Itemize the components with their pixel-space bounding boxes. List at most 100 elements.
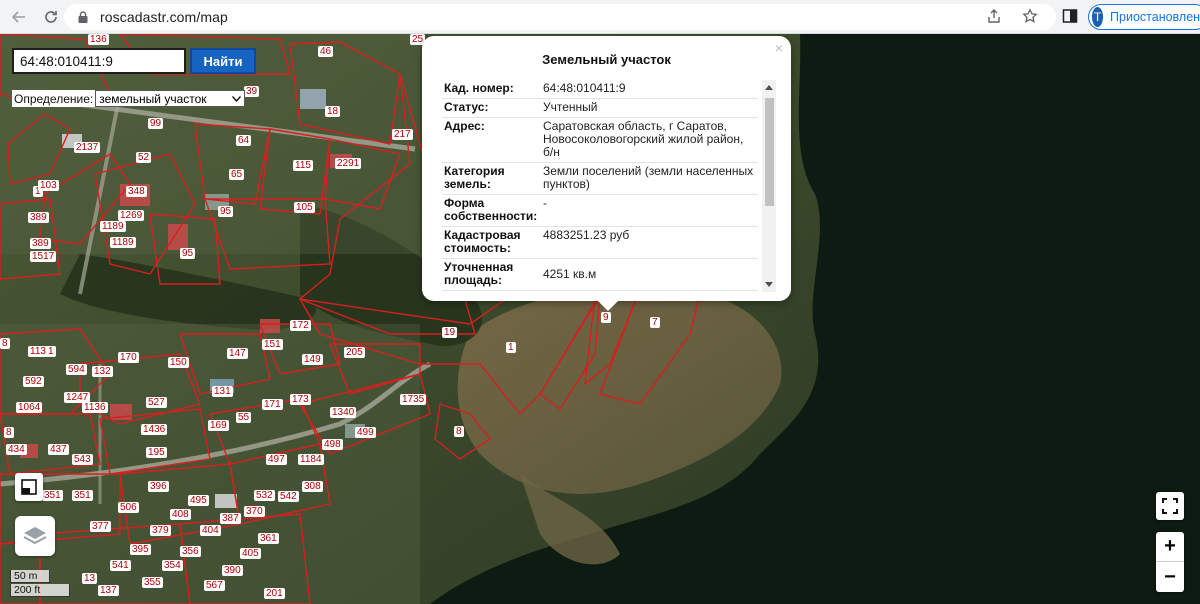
parcel-number-label[interactable]: 495 — [188, 495, 209, 506]
parcel-number-label[interactable]: 395 — [130, 544, 151, 555]
parcel-number-label[interactable]: 497 — [266, 454, 287, 465]
parcel-number-label[interactable]: 498 — [322, 439, 343, 450]
parcel-number-label[interactable]: 1 — [506, 342, 516, 353]
parcel-number-label[interactable]: 99 — [148, 118, 164, 129]
parcel-number-label[interactable]: 361 — [258, 533, 279, 544]
parcel-number-label[interactable]: 13 — [82, 573, 98, 584]
zoom-in-button[interactable]: + — [1156, 532, 1184, 562]
parcel-number-label[interactable]: 377 — [90, 521, 111, 532]
parcel-number-label[interactable]: 8 — [454, 426, 464, 437]
parcel-number-label[interactable]: 9 — [601, 312, 611, 323]
parcel-number-label[interactable]: 527 — [146, 397, 167, 408]
parcel-number-label[interactable]: 8 — [0, 338, 10, 349]
parcel-number-label[interactable]: 1436 — [141, 424, 168, 435]
parcel-number-label[interactable]: 408 — [170, 509, 191, 520]
star-icon[interactable] — [1022, 8, 1038, 24]
parcel-number-label[interactable]: 2137 — [74, 142, 101, 153]
parcel-number-label[interactable]: 172 — [290, 320, 311, 331]
parcel-number-label[interactable]: 2291 — [335, 158, 362, 169]
parcel-number-label[interactable]: 65 — [229, 169, 245, 180]
parcel-number-label[interactable]: 389 — [30, 238, 51, 249]
parcel-number-label[interactable]: 356 — [180, 546, 201, 557]
parcel-number-label[interactable]: 1 — [46, 346, 56, 357]
parcel-number-label[interactable]: 195 — [146, 447, 167, 458]
cadastral-search-input[interactable] — [12, 48, 186, 74]
parcel-number-label[interactable]: 1189 — [110, 237, 136, 248]
parcel-number-label[interactable]: 131 — [212, 386, 233, 397]
parcel-number-label[interactable]: 39 — [244, 86, 260, 97]
parcel-number-label[interactable]: 137 — [98, 585, 119, 596]
parcel-number-label[interactable]: 201 — [264, 588, 285, 599]
parcel-number-label[interactable]: 387 — [220, 513, 241, 524]
parcel-number-label[interactable]: 1517 — [30, 251, 57, 262]
parcel-number-label[interactable]: 7 — [650, 317, 660, 328]
popup-scrollbar[interactable] — [762, 80, 776, 292]
popup-content[interactable]: Кад. номер: 64:48:010411:9 Статус: Учтенный… — [442, 80, 776, 292]
reload-button[interactable] — [38, 4, 64, 30]
parcel-number-label[interactable]: 390 — [222, 565, 243, 576]
parcel-number-label[interactable]: 1735 — [400, 394, 427, 405]
parcel-number-label[interactable]: 52 — [136, 152, 152, 163]
parcel-number-label[interactable]: 132 — [92, 366, 113, 377]
parcel-number-label[interactable]: 389 — [28, 212, 49, 223]
parcel-number-label[interactable]: 355 — [142, 577, 163, 588]
parcel-number-label[interactable]: 46 — [318, 46, 334, 57]
scrollbar-thumb[interactable] — [765, 98, 774, 206]
parcel-number-label[interactable]: 532 — [254, 490, 275, 501]
parcel-number-label[interactable]: 543 — [72, 454, 93, 465]
scroll-up-icon[interactable] — [765, 85, 773, 90]
parcel-number-label[interactable]: 103 — [38, 180, 59, 191]
parcel-number-label[interactable]: 1340 — [330, 407, 357, 418]
parcel-number-label[interactable]: 567 — [204, 580, 225, 591]
parcel-number-label[interactable]: 308 — [302, 481, 323, 492]
parcel-number-label[interactable]: 370 — [244, 506, 265, 517]
share-icon[interactable] — [986, 8, 1002, 24]
parcel-number-label[interactable]: 105 — [294, 202, 315, 213]
find-button[interactable]: Найти — [190, 48, 256, 74]
parcel-number-label[interactable]: 354 — [162, 560, 183, 571]
parcel-number-label[interactable]: 541 — [110, 560, 131, 571]
parcel-number-label[interactable]: 351 — [42, 490, 63, 501]
address-bar[interactable]: roscadastr.com/map — [64, 4, 1056, 30]
parcel-number-label[interactable]: 1184 — [298, 454, 324, 465]
layers-button[interactable] — [15, 516, 55, 556]
parcel-number-label[interactable]: 151 — [262, 339, 283, 350]
parcel-number-label[interactable]: 64 — [236, 135, 252, 146]
parcel-number-label[interactable]: 542 — [278, 491, 299, 502]
parcel-number-label[interactable]: 499 — [355, 427, 376, 438]
parcel-number-label[interactable]: 115 — [293, 160, 313, 171]
parcel-number-label[interactable]: 1136 — [82, 402, 108, 413]
parcel-number-label[interactable]: 136 — [88, 34, 109, 45]
parcel-number-label[interactable]: 171 — [262, 399, 283, 410]
parcel-number-label[interactable]: 1269 — [118, 210, 145, 221]
parcel-number-label[interactable]: 18 — [325, 106, 341, 117]
fullscreen-button[interactable] — [1156, 492, 1184, 520]
parcel-number-label[interactable]: 147 — [227, 348, 248, 359]
zoom-out-button[interactable]: − — [1156, 562, 1184, 592]
parcel-number-label[interactable]: 351 — [72, 490, 93, 501]
parcel-number-label[interactable]: 173 — [290, 394, 311, 405]
cadastral-map[interactable]: 136 25 46 39 18 99 2137 217 52 64 115 2291 1 348 65 103… — [0, 34, 1200, 604]
parcel-number-label[interactable]: 348 — [126, 186, 147, 197]
parcel-number-label[interactable]: 95 — [218, 206, 234, 217]
parcel-number-label[interactable]: 592 — [23, 376, 44, 387]
measure-button[interactable] — [15, 473, 43, 501]
side-panel-icon[interactable] — [1062, 8, 1078, 24]
parcel-number-label[interactable]: 594 — [66, 364, 87, 375]
parcel-number-label[interactable]: 506 — [118, 502, 139, 513]
parcel-number-label[interactable]: 149 — [302, 354, 323, 365]
parcel-number-label[interactable]: 1064 — [16, 402, 43, 413]
parcel-number-label[interactable]: 396 — [148, 481, 169, 492]
scroll-down-icon[interactable] — [765, 282, 773, 287]
profile-button[interactable]: T Приостановлено — [1088, 4, 1200, 30]
parcel-number-label[interactable]: 437 — [48, 444, 69, 455]
parcel-number-label[interactable]: 169 — [208, 420, 229, 431]
definition-select[interactable]: земельный участок — [95, 90, 246, 107]
parcel-number-label[interactable]: 1189 — [100, 221, 126, 232]
parcel-number-label[interactable]: 150 — [168, 357, 189, 368]
parcel-number-label[interactable]: 217 — [392, 129, 413, 140]
parcel-number-label[interactable]: 8 — [4, 427, 14, 438]
parcel-number-label[interactable]: 379 — [150, 525, 171, 536]
parcel-number-label[interactable]: 404 — [200, 525, 221, 536]
parcel-number-label[interactable]: 405 — [240, 548, 261, 559]
